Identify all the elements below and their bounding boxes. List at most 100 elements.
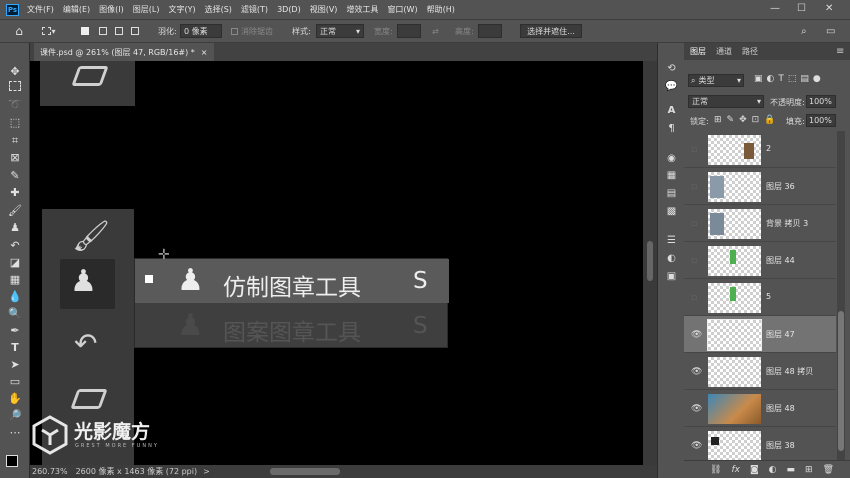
layers-scrollbar-thumb[interactable]: [838, 311, 844, 451]
flyout-item-pattern-stamp[interactable]: ♟ 图案图章工具 S: [135, 304, 449, 348]
dodge-tool-icon[interactable]: 🔍: [7, 307, 23, 321]
trash-icon[interactable]: 🗑: [823, 465, 834, 475]
menu-layer[interactable]: 图层(L): [133, 4, 160, 15]
gradient-tool-icon[interactable]: ▦: [7, 273, 23, 287]
brush-tool-icon[interactable]: 🖌: [7, 204, 23, 218]
type-tool-icon[interactable]: T: [7, 341, 23, 355]
layer-row[interactable]: 👁 图层 38: [684, 427, 836, 460]
hand-tool-icon[interactable]: ✋: [7, 392, 23, 406]
path-select-tool-icon[interactable]: ➤: [7, 358, 23, 372]
comments-panel-icon[interactable]: 💬: [665, 81, 678, 93]
crop-tool-icon[interactable]: ⌗: [7, 134, 23, 148]
paragraph-panel-icon[interactable]: ¶: [665, 123, 678, 135]
swatches-panel-icon[interactable]: ▦: [665, 170, 678, 182]
status-menu-arrow[interactable]: >: [203, 467, 210, 476]
document-tab[interactable]: 课件.psd @ 261% (图层 47, RGB/16#) * ×: [34, 43, 214, 61]
healing-brush-tool-icon[interactable]: ✚: [7, 186, 23, 200]
visibility-toggle[interactable]: ▫: [691, 145, 697, 155]
workspace-icon[interactable]: ▭: [826, 24, 835, 38]
height-input[interactable]: [478, 24, 502, 38]
eye-icon[interactable]: 👁: [691, 367, 702, 377]
menu-help[interactable]: 帮助(H): [427, 4, 455, 15]
layer-row[interactable]: ▫ 图层 44: [684, 242, 836, 279]
libraries-panel-icon[interactable]: ▣: [665, 271, 678, 283]
layer-row-selected[interactable]: 👁 图层 47: [684, 316, 836, 353]
marquee-preset-icon[interactable]: ▾: [38, 24, 60, 38]
eraser-tool-icon[interactable]: ◪: [7, 256, 23, 270]
layer-row[interactable]: ▫ 背景 拷贝 3: [684, 205, 836, 242]
layer-row[interactable]: ▫ 2: [684, 131, 836, 168]
search-icon[interactable]: ⌕: [801, 24, 807, 38]
clone-stamp-tool-icon[interactable]: ♟: [7, 221, 23, 235]
rect-marquee-tool-icon[interactable]: [9, 81, 21, 91]
intersect-selection-icon[interactable]: [128, 24, 142, 38]
adjustment-icon[interactable]: ◐: [769, 465, 777, 475]
layer-filter-select[interactable]: ⌕ 类型 ▾: [688, 74, 744, 87]
new-selection-icon[interactable]: [78, 24, 92, 38]
zoom-level[interactable]: 260.73%: [32, 467, 68, 476]
horizontal-scrollbar-thumb[interactable]: [270, 468, 340, 475]
swap-icon[interactable]: ⇄: [432, 24, 439, 38]
menu-3d[interactable]: 3D(D): [277, 5, 301, 14]
tab-layers[interactable]: 图层: [690, 43, 706, 60]
close-tab-icon[interactable]: ×: [201, 48, 208, 57]
lock-icons[interactable]: ⊞✎✥⊡🔒: [714, 115, 780, 125]
scrollbar-thumb[interactable]: [647, 241, 653, 281]
color-panel-icon[interactable]: ◉: [665, 153, 678, 165]
menu-image[interactable]: 图像(I): [99, 4, 124, 15]
style-select[interactable]: 正常 ▾: [316, 24, 364, 38]
object-select-tool-icon[interactable]: ⬚: [7, 116, 23, 130]
shape-tool-icon[interactable]: ▭: [7, 375, 23, 389]
photoshop-logo[interactable]: Ps: [6, 3, 19, 16]
add-selection-icon[interactable]: [96, 24, 110, 38]
menu-window[interactable]: 窗口(W): [387, 4, 417, 15]
eye-icon[interactable]: 👁: [691, 404, 702, 414]
patterns-panel-icon[interactable]: ▩: [665, 206, 678, 218]
visibility-toggle[interactable]: ▫: [691, 293, 697, 303]
subtract-selection-icon[interactable]: [112, 24, 126, 38]
layer-row[interactable]: 👁 图层 48: [684, 390, 836, 427]
properties-panel-icon[interactable]: ☰: [665, 235, 678, 247]
history-brush-tool-icon[interactable]: ↶: [7, 239, 23, 253]
minimize-button[interactable]: —: [770, 3, 780, 14]
blur-tool-icon[interactable]: 💧: [7, 290, 23, 304]
lasso-tool-icon[interactable]: ➰: [7, 98, 23, 112]
width-input[interactable]: [397, 24, 421, 38]
foreground-color-swatch[interactable]: [6, 455, 18, 467]
move-tool-icon[interactable]: ✥: [7, 65, 23, 79]
folder-icon[interactable]: ▬: [787, 465, 796, 475]
select-and-mask-button[interactable]: 选择并遮住...: [520, 24, 582, 38]
layers-scrollbar[interactable]: [837, 131, 845, 460]
mask-icon[interactable]: ◙: [750, 465, 759, 475]
fx-icon[interactable]: fx: [731, 465, 740, 475]
pen-tool-icon[interactable]: ✒: [7, 324, 23, 338]
character-panel-icon[interactable]: A: [665, 105, 678, 117]
visibility-toggle[interactable]: ▫: [691, 182, 697, 192]
menu-view[interactable]: 视图(V): [310, 4, 338, 15]
gradients-panel-icon[interactable]: ▤: [665, 188, 678, 200]
menu-filter[interactable]: 滤镜(T): [241, 4, 268, 15]
frame-tool-icon[interactable]: ⊠: [7, 151, 23, 165]
visibility-toggle[interactable]: ▫: [691, 256, 697, 266]
adjustments-panel-icon[interactable]: ◐: [665, 253, 678, 265]
menu-plugins[interactable]: 增效工具: [346, 4, 378, 15]
zoom-tool-icon[interactable]: 🔎: [7, 409, 23, 423]
panel-menu-icon[interactable]: ≡: [836, 43, 844, 60]
tab-channels[interactable]: 通道: [716, 43, 732, 60]
canvas[interactable]: 🖌 ♟ ↶ ♟ 仿制图章工具 S ♟ 图案图章工具 S ✛ 光影魔方 GREST…: [30, 61, 643, 465]
eye-icon[interactable]: 👁: [691, 330, 702, 340]
blend-mode-select[interactable]: 正常 ▾: [688, 95, 764, 108]
link-icon[interactable]: ⛓: [710, 465, 721, 475]
antialias-checkbox[interactable]: 消除锯齿: [231, 24, 273, 38]
home-icon[interactable]: ⌂: [10, 24, 28, 38]
more-tools-icon[interactable]: ⋯: [7, 426, 23, 440]
menu-edit[interactable]: 编辑(E): [63, 4, 90, 15]
opacity-input[interactable]: 100%: [806, 95, 836, 108]
menu-type[interactable]: 文字(Y): [168, 4, 195, 15]
flyout-item-clone-stamp[interactable]: ♟ 仿制图章工具 S: [135, 259, 449, 303]
tab-paths[interactable]: 路径: [742, 43, 758, 60]
feather-input[interactable]: 0 像素: [180, 24, 222, 38]
close-window-button[interactable]: ✕: [825, 3, 833, 14]
layer-row[interactable]: 👁 图层 48 拷贝: [684, 353, 836, 390]
new-layer-icon[interactable]: ⊞: [805, 465, 813, 475]
